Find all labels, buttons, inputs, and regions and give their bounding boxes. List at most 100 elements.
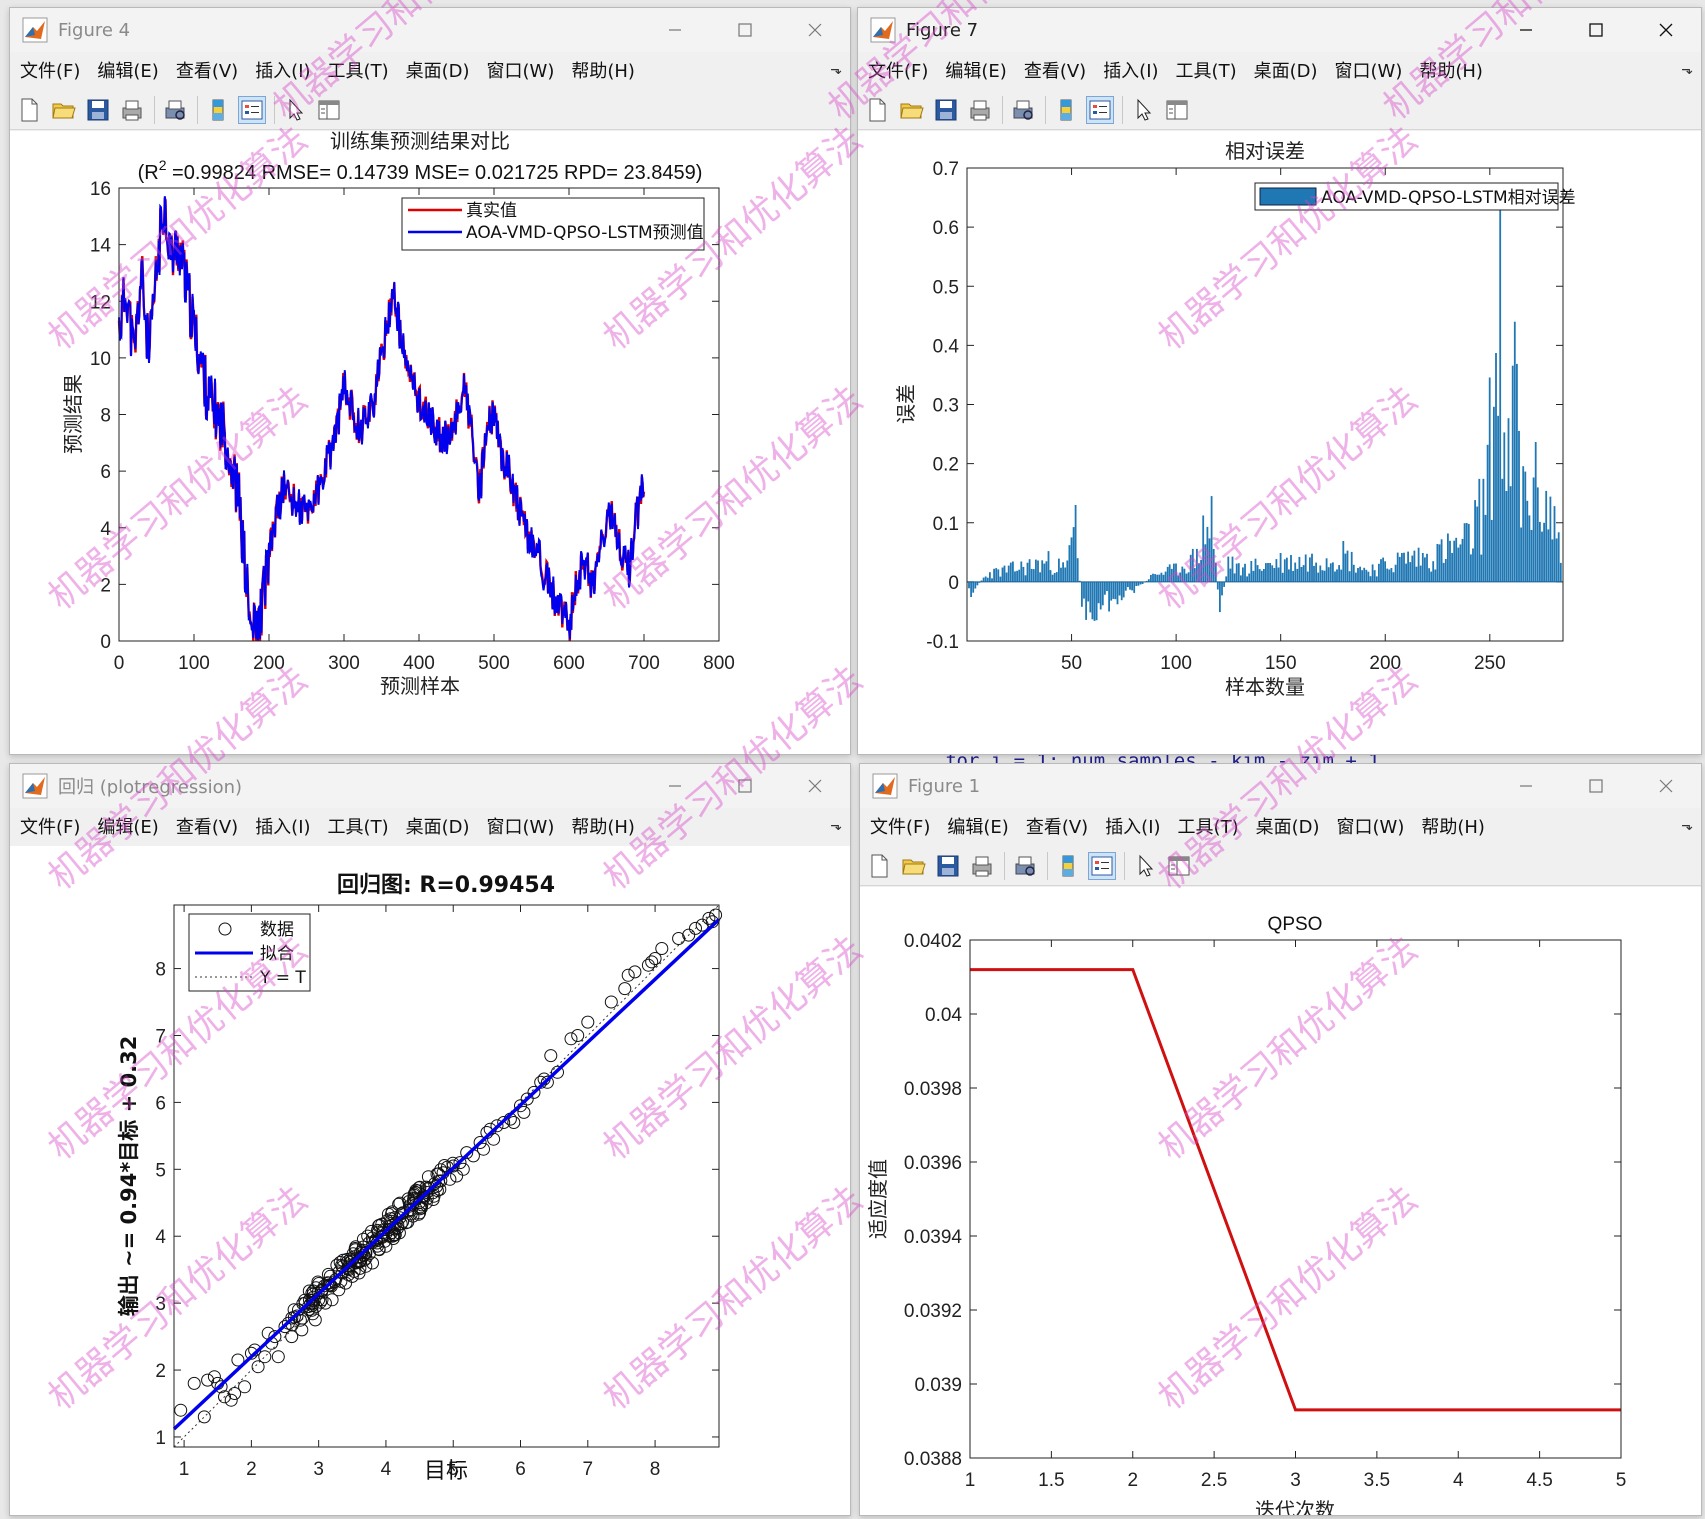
error-bar	[1164, 571, 1167, 582]
menu-item[interactable]: 查看(V)	[176, 813, 238, 839]
toolbar-button[interactable]	[864, 96, 892, 124]
menu-item[interactable]: 工具(T)	[1178, 813, 1239, 839]
toolbar-button[interactable]	[204, 96, 232, 124]
toolbar-button[interactable]	[16, 96, 44, 124]
menu-item[interactable]: 插入(I)	[255, 57, 310, 83]
minimize-button[interactable]	[1491, 764, 1561, 808]
maximize-button[interactable]	[1561, 8, 1631, 52]
toolbar-button[interactable]	[1165, 852, 1193, 880]
menu-item[interactable]: 文件(F)	[870, 813, 930, 839]
toolbar-button[interactable]	[1009, 96, 1037, 124]
error-bar	[1133, 581, 1136, 593]
menu-item[interactable]: 窗口(W)	[487, 813, 555, 839]
error-bar	[991, 578, 993, 582]
menu-expand-icon[interactable]: ⬎	[1681, 818, 1693, 834]
property-inspector-icon	[1168, 856, 1190, 875]
error-bar	[1196, 548, 1198, 582]
menu-item[interactable]: 桌面(D)	[406, 813, 470, 839]
y-tick-label: 2	[100, 575, 111, 596]
error-bar	[1035, 559, 1037, 582]
figure-4-window[interactable]: Figure 4 文件(F) 编辑(E) 查看(V) 插入(I) 工具(T) 桌面(D) 窗…	[9, 7, 851, 755]
toolbar-button[interactable]	[1163, 96, 1191, 124]
toolbar-button[interactable]	[1054, 852, 1082, 880]
menu-item[interactable]: 窗口(W)	[487, 57, 555, 83]
figure-4-titlebar[interactable]: Figure 4	[10, 8, 850, 52]
close-button[interactable]	[780, 764, 850, 808]
menu-item[interactable]: 桌面(D)	[406, 57, 470, 83]
toolbar-button[interactable]	[934, 852, 962, 880]
menu-item[interactable]: 文件(F)	[20, 57, 80, 83]
menu-item[interactable]: 查看(V)	[1024, 57, 1086, 83]
menu-item[interactable]: 工具(T)	[1176, 57, 1237, 83]
toolbar-button[interactable]	[1086, 95, 1114, 124]
error-bar	[1267, 563, 1269, 582]
error-bar	[1007, 565, 1010, 582]
menu-item[interactable]: 编辑(E)	[97, 813, 158, 839]
close-button[interactable]	[780, 8, 850, 52]
toolbar-separator	[154, 95, 155, 124]
menu-item[interactable]: 帮助(H)	[571, 813, 635, 839]
menu-item[interactable]: 帮助(H)	[1419, 57, 1483, 83]
toolbar-button[interactable]	[1129, 96, 1157, 124]
maximize-button[interactable]	[1561, 764, 1631, 808]
toolbar-button[interactable]	[238, 95, 266, 124]
menu-item[interactable]: 编辑(E)	[947, 813, 1008, 839]
menu-item[interactable]: 帮助(H)	[571, 57, 635, 83]
y-tick-label: 0.039	[914, 1375, 962, 1396]
menu-item[interactable]: 帮助(H)	[1421, 813, 1485, 839]
toolbar-button[interactable]	[966, 96, 994, 124]
regression-titlebar[interactable]: 回归 (plotregression)	[10, 764, 850, 808]
error-bar	[1062, 562, 1064, 582]
menu-item[interactable]: 桌面(D)	[1256, 813, 1320, 839]
menu-item[interactable]: 窗口(W)	[1335, 57, 1403, 83]
menu-item[interactable]: 查看(V)	[1026, 813, 1088, 839]
menu-item[interactable]: 工具(T)	[328, 813, 389, 839]
menu-item[interactable]: 文件(F)	[868, 57, 928, 83]
toolbar-button[interactable]	[898, 96, 926, 124]
menu-item[interactable]: 编辑(E)	[945, 57, 1006, 83]
minimize-button[interactable]	[640, 764, 710, 808]
menu-item[interactable]: 文件(F)	[20, 813, 80, 839]
minimize-icon	[1520, 785, 1532, 787]
maximize-button[interactable]	[710, 8, 780, 52]
menu-item[interactable]: 插入(I)	[255, 813, 310, 839]
menu-expand-icon[interactable]: ⬎	[830, 62, 842, 78]
figure-1-titlebar[interactable]: Figure 1	[860, 764, 1701, 808]
toolbar-button[interactable]	[1131, 852, 1159, 880]
maximize-button[interactable]	[710, 764, 780, 808]
figure-7-window[interactable]: Figure 7 文件(F) 编辑(E) 查看(V) 插入(I) 工具(T) 桌面(D) 窗…	[857, 7, 1702, 755]
menu-item[interactable]: 插入(I)	[1105, 813, 1160, 839]
menu-expand-icon[interactable]: ⬎	[830, 818, 842, 834]
toolbar-button[interactable]	[281, 96, 309, 124]
toolbar-button[interactable]	[1052, 96, 1080, 124]
menu-item[interactable]: 工具(T)	[328, 57, 389, 83]
new-file-icon	[869, 98, 886, 121]
menu-expand-icon[interactable]: ⬎	[1681, 62, 1693, 78]
error-bar	[1509, 486, 1512, 582]
figure-7-titlebar[interactable]: Figure 7	[858, 8, 1701, 52]
menu-item[interactable]: 窗口(W)	[1337, 813, 1405, 839]
menu-item[interactable]: 插入(I)	[1103, 57, 1158, 83]
menu-item[interactable]: 编辑(E)	[97, 57, 158, 83]
menu-item[interactable]: 查看(V)	[176, 57, 238, 83]
toolbar-button[interactable]	[968, 852, 996, 880]
menu-item[interactable]: 桌面(D)	[1254, 57, 1318, 83]
regression-window[interactable]: 回归 (plotregression) 文件(F) 编辑(E) 查看(V) 插入(I)…	[9, 763, 851, 1516]
toolbar-button[interactable]	[161, 96, 189, 124]
toolbar-button[interactable]	[866, 852, 894, 880]
close-button[interactable]	[1631, 8, 1701, 52]
error-bar	[1087, 581, 1090, 602]
error-bar	[1072, 527, 1075, 582]
toolbar-button[interactable]	[50, 96, 78, 124]
toolbar-button[interactable]	[932, 96, 960, 124]
close-button[interactable]	[1631, 764, 1701, 808]
toolbar-button[interactable]	[84, 96, 112, 124]
toolbar-button[interactable]	[1088, 851, 1116, 880]
minimize-button[interactable]	[1491, 8, 1561, 52]
toolbar-button[interactable]	[315, 96, 343, 124]
toolbar-button[interactable]	[1011, 852, 1039, 880]
figure-1-window[interactable]: Figure 1 文件(F) 编辑(E) 查看(V) 插入(I) 工具(T) 桌面(D) 窗…	[859, 763, 1702, 1516]
minimize-button[interactable]	[640, 8, 710, 52]
toolbar-button[interactable]	[118, 96, 146, 124]
toolbar-button[interactable]	[900, 852, 928, 880]
